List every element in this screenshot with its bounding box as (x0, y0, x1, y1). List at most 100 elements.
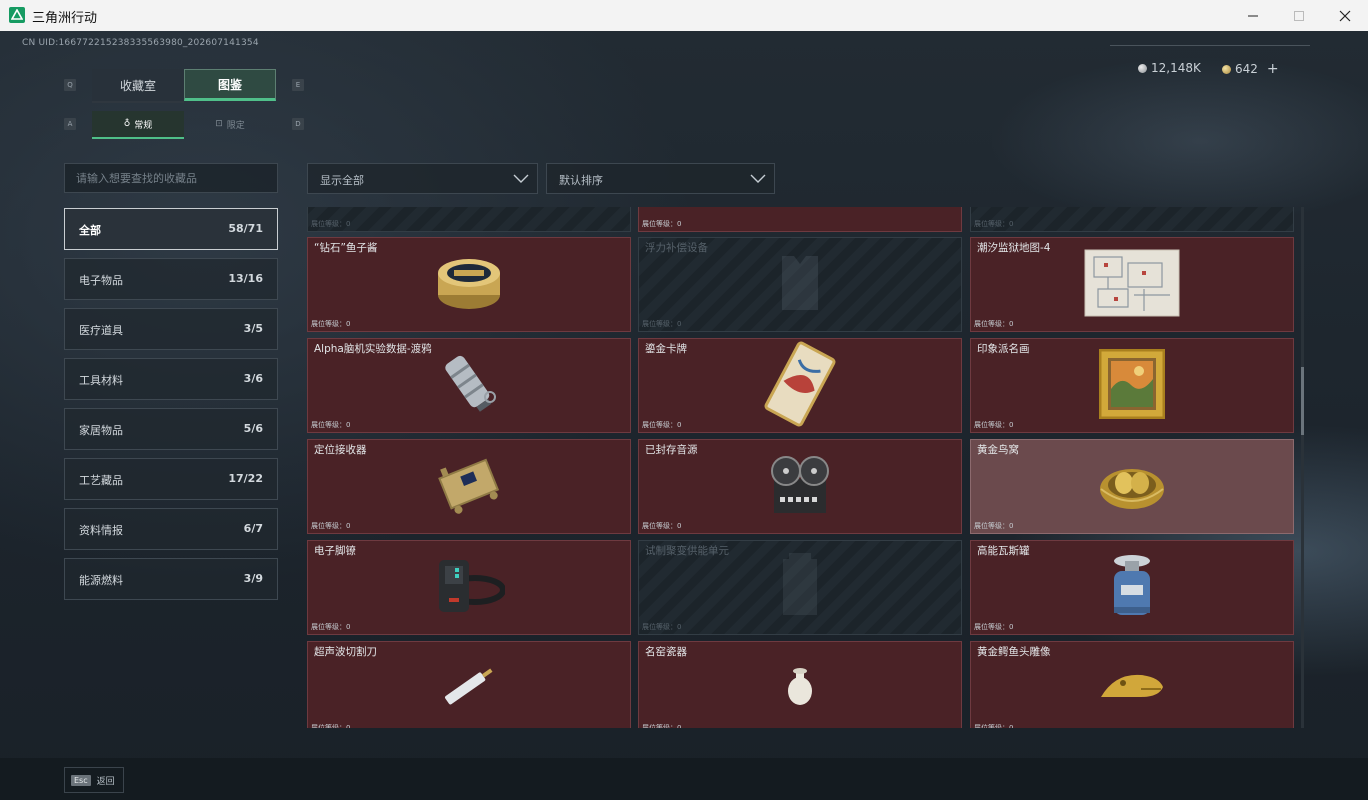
exhibit-level: 展位等级：0 (642, 320, 682, 328)
category-count: 3/9 (243, 572, 263, 585)
tab-dex[interactable]: 图鉴 (184, 69, 276, 101)
item-name: 超声波切割刀 (314, 646, 377, 658)
ultrasonic-cutter-icon (439, 667, 499, 711)
exhibit-level: 展位等级：0 (311, 220, 351, 228)
category-count: 13/16 (228, 272, 263, 285)
category-count: 5/6 (243, 422, 263, 435)
gold-amount: 642 (1235, 62, 1258, 76)
exhibit-level: 展位等级：0 (311, 623, 351, 631)
user-uid: CN UID:16677221523833556398​0_2026071413… (22, 38, 259, 48)
exhibit-level: 展位等级：0 (311, 522, 351, 530)
chessboard-icon (765, 207, 835, 212)
data-drive-icon (434, 349, 504, 423)
subtab-limited[interactable]: ⊡ 限定 (184, 111, 276, 137)
item-card[interactable]: 高能瓦斯罐 展位等级：0 (970, 540, 1294, 635)
category-item[interactable]: 能源燃料 3/9 (64, 558, 278, 600)
exhibit-level: 展位等级：0 (311, 724, 351, 728)
item-card[interactable]: 展位等级：0 (307, 207, 631, 232)
item-card[interactable]: 鎏金卡牌展位等级：0 (638, 338, 962, 433)
filter-dropdown-label: 显示全部 (320, 174, 364, 187)
category-item[interactable]: 电子物品 13/16 (64, 258, 278, 300)
exhibit-level: 展位等级：0 (974, 522, 1014, 530)
category-name: 工艺藏品 (79, 474, 123, 487)
item-card[interactable]: 定位接收器展位等级：0 (307, 439, 631, 534)
category-name: 工具材料 (79, 374, 123, 387)
scrollbar-thumb[interactable] (1301, 367, 1304, 435)
subtab-normal-label: 常规 (134, 120, 153, 131)
item-grid: 展位等级：0 展位等级：0 展位等级：0 “钻石”鱼子酱 展位等级：0 浮力补偿设备 展位等… (307, 207, 1295, 728)
fusion-cell-icon (775, 551, 825, 625)
gas-canister-icon (1107, 551, 1157, 625)
exhibit-level: 展位等级：0 (642, 724, 682, 728)
item-name: 印象派名画 (977, 343, 1030, 355)
category-item[interactable]: 资料情报 6/7 (64, 508, 278, 550)
category-count: 3/5 (243, 322, 263, 335)
item-name: 定位接收器 (314, 444, 367, 456)
gold-card-icon (762, 339, 838, 433)
flask-icon: ♁ (123, 119, 131, 129)
porcelain-icon (780, 667, 820, 711)
robot-icon (1107, 207, 1157, 212)
category-item[interactable]: 医疗道具 3/5 (64, 308, 278, 350)
exhibit-level: 展位等级：0 (642, 421, 682, 429)
window-titlebar: 三角洲行动 (0, 0, 1368, 32)
add-currency-button[interactable]: + (1267, 61, 1279, 77)
item-name: 鎏金卡牌 (645, 343, 687, 355)
key-hint-d: D (292, 118, 304, 130)
item-name: 试制聚变供能单元 (645, 545, 729, 557)
caviar-tin-icon (434, 251, 504, 319)
item-card[interactable]: 黄金鸟窝 展位等级：0 (970, 439, 1294, 534)
maximize-button[interactable] (1276, 0, 1322, 31)
category-item[interactable]: 家居物品 5/6 (64, 408, 278, 450)
gold-balance: 642 + (1222, 61, 1279, 77)
exhibit-level: 展位等级：0 (642, 623, 682, 631)
item-card[interactable]: 已封存音源 展位等级：0 (638, 439, 962, 534)
exhibit-level: 展位等级：0 (642, 522, 682, 530)
item-card[interactable]: 展位等级：0 (638, 207, 962, 232)
item-card[interactable]: 展位等级：0 (970, 207, 1294, 232)
item-card[interactable]: 浮力补偿设备 展位等级：0 (638, 237, 962, 332)
category-name: 家居物品 (79, 424, 123, 437)
category-name: 全部 (79, 224, 101, 237)
back-button[interactable]: Esc 返回 (64, 767, 124, 793)
trophy-icon (444, 207, 494, 212)
item-card[interactable]: 潮汐监狱地图-4 展位等级：0 (970, 237, 1294, 332)
key-hint-q: Q (64, 79, 76, 91)
category-count: 3/6 (243, 372, 263, 385)
tab-collection-room[interactable]: 收藏室 (92, 69, 184, 103)
key-hint-a: A (64, 118, 76, 130)
category-item[interactable]: 全部 58/71 (64, 208, 278, 250)
search-input[interactable] (65, 164, 277, 192)
receiver-icon (434, 450, 504, 524)
minimize-button[interactable] (1230, 0, 1276, 31)
filter-dropdown[interactable]: 显示全部 (307, 163, 538, 194)
image-icon: ⊡ (215, 119, 223, 129)
item-card[interactable]: 名窑瓷器展位等级：0 (638, 641, 962, 728)
close-button[interactable] (1322, 0, 1368, 31)
search-box (64, 163, 278, 193)
category-item[interactable]: 工具材料 3/6 (64, 358, 278, 400)
silver-amount: 12,148K (1151, 61, 1201, 75)
item-card[interactable]: 超声波切割刀展位等级：0 (307, 641, 631, 728)
item-name: 名窑瓷器 (645, 646, 687, 658)
sort-dropdown[interactable]: 默认排序 (546, 163, 775, 194)
item-card[interactable]: “钻石”鱼子酱 展位等级：0 (307, 237, 631, 332)
main-area: CN UID:16677221523833556398​0_2026071413… (0, 31, 1368, 800)
chevron-down-icon (513, 174, 529, 183)
item-name: 高能瓦斯罐 (977, 545, 1030, 557)
category-name: 能源燃料 (79, 574, 123, 587)
ankle-monitor-icon (433, 554, 506, 622)
item-card[interactable]: 黄金鳄鱼头雕像 展位等级：0 (970, 641, 1294, 728)
item-name: 电子脚镣 (314, 545, 356, 557)
item-card[interactable]: Alpha脑机实验数据-渡鸦 展位等级：0 (307, 338, 631, 433)
category-item[interactable]: 工艺藏品 17/22 (64, 458, 278, 500)
window-title: 三角洲行动 (32, 11, 98, 26)
subtab-normal[interactable]: ♁ 常规 (92, 111, 184, 139)
golden-nest-icon (1097, 457, 1167, 517)
scrollbar-track[interactable] (1301, 207, 1304, 728)
category-count: 17/22 (228, 472, 263, 485)
item-card[interactable]: 印象派名画 展位等级：0 (970, 338, 1294, 433)
item-card[interactable]: 试制聚变供能单元展位等级：0 (638, 540, 962, 635)
item-card[interactable]: 电子脚镣展位等级：0 (307, 540, 631, 635)
gold-crocodile-icon (1097, 667, 1167, 711)
